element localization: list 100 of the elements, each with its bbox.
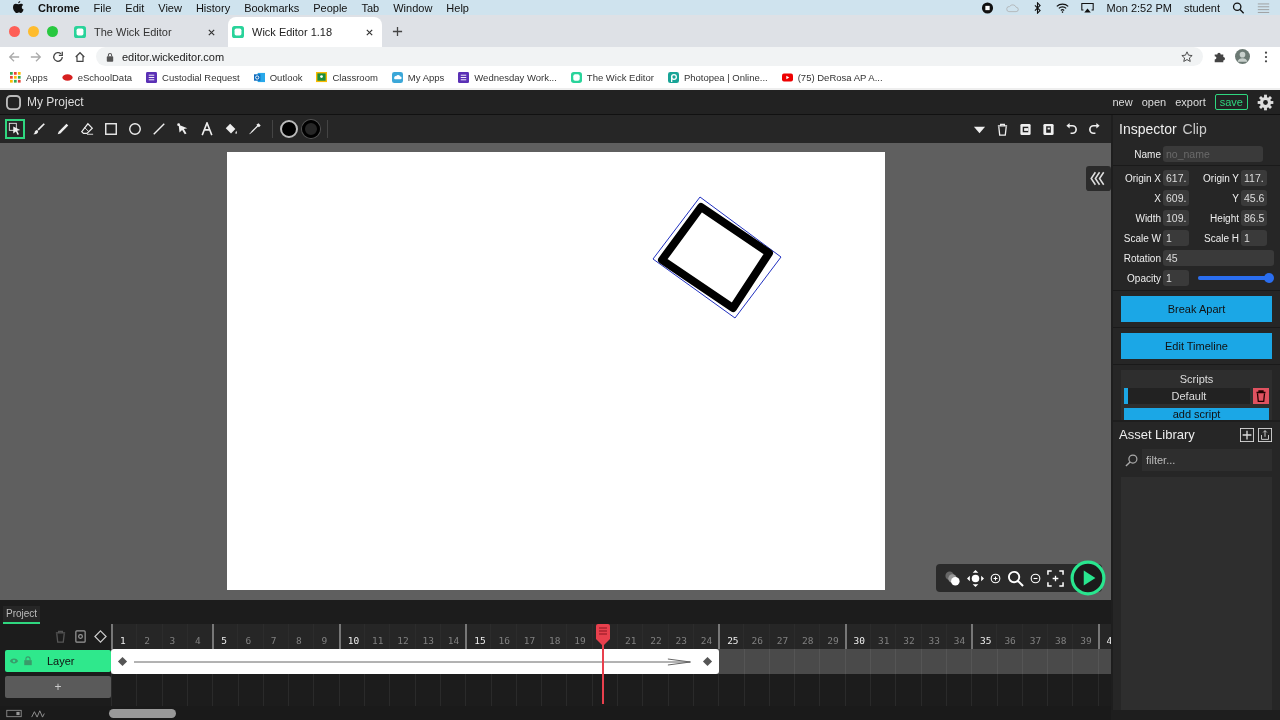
slider-thumb[interactable]: [1264, 273, 1274, 283]
menu-item[interactable]: History: [195, 1, 231, 14]
scripts-title: Scripts: [1178, 372, 1215, 387]
bookmark[interactable]: eSchoolData: [61, 71, 133, 83]
record-icon[interactable]: [981, 1, 995, 14]
frame-number: 6: [245, 635, 252, 646]
fill-color-button[interactable]: [280, 120, 298, 138]
frame-number: 30: [853, 635, 866, 646]
bookmark[interactable]: Photopea | Online...: [667, 71, 768, 83]
menu-item[interactable]: Bookmarks: [244, 1, 300, 14]
add-script-button[interactable]: add script: [1124, 408, 1269, 420]
onion-skin-icon[interactable]: [944, 569, 961, 587]
fit-screen-icon[interactable]: [1047, 569, 1064, 587]
undo-icon[interactable]: [1065, 122, 1078, 136]
wifi-icon[interactable]: [1056, 1, 1070, 14]
menu-item[interactable]: Help: [446, 1, 469, 14]
number-field[interactable]: 45: [1163, 250, 1274, 266]
form-icon: [146, 71, 158, 83]
browser-tab[interactable]: The Wick Editor: [70, 17, 224, 47]
script-item[interactable]: Default: [1124, 388, 1250, 404]
close-icon[interactable]: [207, 27, 216, 37]
number-field[interactable]: 617.: [1163, 170, 1189, 186]
delete-script-button[interactable]: [1253, 388, 1269, 404]
waveform-icon[interactable]: [30, 708, 46, 718]
select-tool[interactable]: [5, 119, 25, 139]
new-tab-icon[interactable]: [392, 25, 403, 37]
frame-number: 4: [1106, 635, 1111, 646]
apple-icon[interactable]: [13, 1, 24, 14]
menu-link[interactable]: new: [1112, 96, 1133, 108]
number-field[interactable]: 1: [1163, 270, 1189, 286]
number-field[interactable]: 109.: [1163, 210, 1189, 226]
redo-icon[interactable]: [1088, 122, 1101, 136]
bookmark[interactable]: Wednesday Work...: [458, 71, 557, 83]
menu-item[interactable]: Edit: [125, 1, 145, 14]
menu-link[interactable]: open: [1141, 96, 1167, 108]
action-button[interactable]: Break Apart: [1121, 296, 1272, 322]
keyframe-icon[interactable]: [702, 656, 713, 667]
copy-icon[interactable]: [1019, 122, 1032, 136]
settings-icon[interactable]: [1257, 93, 1274, 111]
timeline-tab[interactable]: Project: [3, 606, 41, 624]
star-icon[interactable]: [1181, 50, 1193, 63]
number-field[interactable]: 117.: [1241, 170, 1267, 186]
puzzle-icon[interactable]: [1213, 50, 1225, 63]
zoom-in-icon[interactable]: [990, 572, 1001, 584]
paste-icon[interactable]: [1042, 122, 1055, 136]
bookmark[interactable]: My Apps: [391, 71, 445, 83]
bookmark[interactable]: (75) DeRosa AP A...: [781, 71, 883, 83]
search-icon[interactable]: [1007, 569, 1024, 587]
selection-box[interactable]: [652, 196, 782, 319]
filter-field[interactable]: filter...: [1142, 449, 1272, 471]
number-field[interactable]: 45.6: [1241, 190, 1267, 206]
frame-number: 11: [371, 635, 384, 646]
photopea-icon: [667, 71, 679, 83]
menu-link[interactable]: export: [1175, 96, 1206, 108]
number-field[interactable]: 1: [1241, 230, 1267, 246]
move-icon[interactable]: [967, 569, 984, 587]
collapse-panel-icon[interactable]: [1086, 166, 1111, 191]
browser-tab[interactable]: Wick Editor 1.18: [228, 17, 382, 47]
frames-view-icon[interactable]: [6, 708, 22, 718]
search-icon[interactable]: [1232, 1, 1245, 14]
project-name[interactable]: My Project: [27, 95, 84, 109]
menu-item[interactable]: Tab: [361, 1, 380, 14]
playhead-handle[interactable]: [594, 624, 611, 646]
close-icon[interactable]: [365, 27, 374, 37]
zoom-out-icon[interactable]: [1030, 572, 1041, 584]
avatar-icon[interactable]: [1235, 49, 1250, 64]
home-icon[interactable]: [74, 50, 86, 63]
address-field[interactable]: editor.wickeditor.com: [96, 47, 1203, 66]
number-field[interactable]: 609.: [1163, 190, 1189, 206]
save-button[interactable]: save: [1214, 94, 1248, 110]
menu-item[interactable]: File: [93, 1, 112, 14]
user-name[interactable]: student: [1183, 1, 1220, 14]
bookmark[interactable]: The Wick Editor: [570, 71, 654, 83]
menu-item[interactable]: Chrome: [38, 1, 80, 14]
bookmark[interactable]: Outlook: [253, 71, 303, 83]
bookmark[interactable]: Apps: [10, 71, 48, 83]
upload-icon[interactable]: [1258, 427, 1272, 442]
lock-icon: [106, 51, 114, 62]
scrollbar-thumb[interactable]: [109, 708, 176, 718]
number-field[interactable]: 86.5: [1241, 210, 1267, 226]
bookmark[interactable]: Custodial Request: [146, 71, 240, 83]
frame-number: 36: [1004, 635, 1016, 646]
add-icon[interactable]: [1240, 427, 1254, 442]
keyframe-icon[interactable]: [94, 630, 107, 643]
frame-icon[interactable]: [74, 630, 87, 643]
stroke-color-button[interactable]: [302, 120, 320, 138]
menu-item[interactable]: View: [158, 1, 182, 14]
action-button[interactable]: Edit Timeline: [1121, 333, 1272, 359]
clock[interactable]: Mon 2:52 PM: [1106, 1, 1172, 14]
play-button[interactable]: [1070, 560, 1106, 596]
airplay-icon[interactable]: [1081, 1, 1095, 14]
keyframe-icon[interactable]: [117, 656, 128, 667]
select-icon: [8, 122, 22, 136]
number-field[interactable]: 1: [1163, 230, 1189, 246]
menu-item[interactable]: Window: [393, 1, 433, 14]
field-label: Scale H: [1203, 232, 1239, 244]
add-layer-button[interactable]: +: [5, 676, 111, 698]
menu-item[interactable]: People: [313, 1, 348, 14]
reload-icon[interactable]: [52, 50, 64, 63]
bookmark[interactable]: Classroom: [316, 71, 378, 83]
